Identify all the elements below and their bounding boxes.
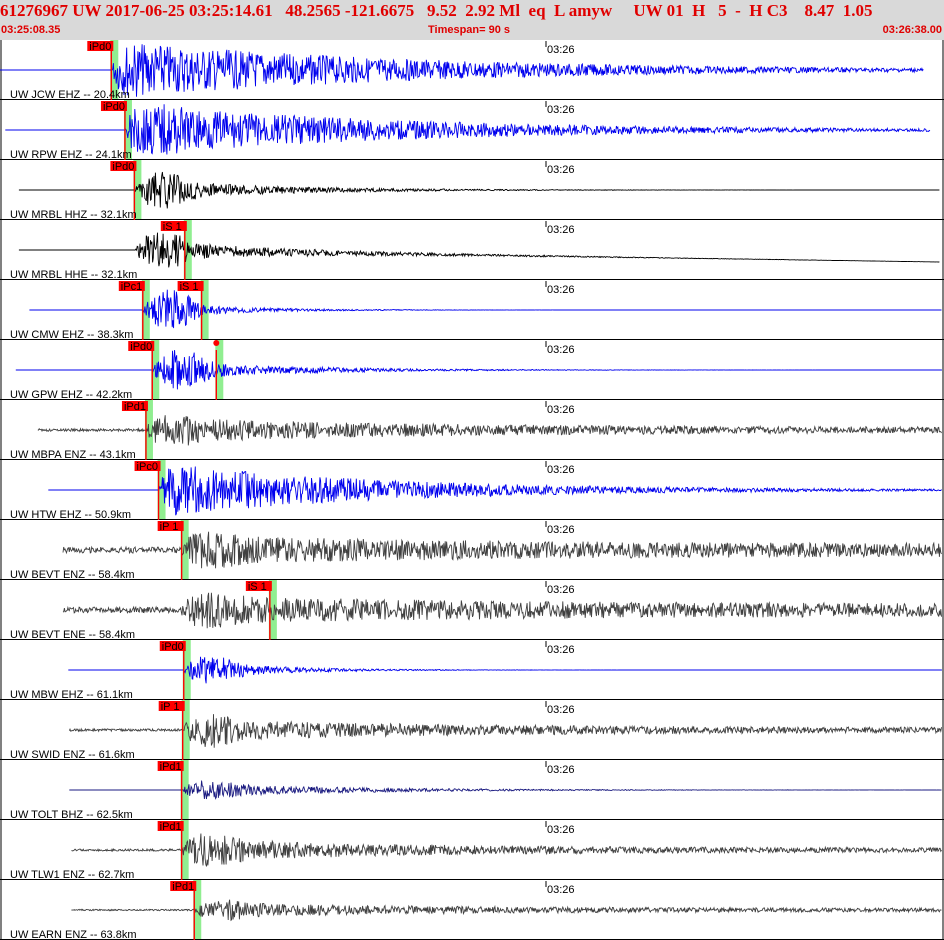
- pick-label: iPc1: [121, 281, 142, 293]
- pick-label: iS 1: [180, 281, 199, 293]
- waveform: [62, 592, 942, 629]
- pick-label: iPc0: [137, 461, 158, 473]
- waveform: [5, 104, 931, 155]
- pick-label: iS 1: [248, 581, 267, 593]
- pick-label: iPd1: [124, 401, 146, 413]
- waveform: [69, 780, 942, 800]
- minute-tick-label: 03:26: [547, 164, 575, 176]
- pick-label: iPd0: [130, 341, 152, 353]
- waveform: [18, 171, 940, 209]
- station-label: UW CMW EHZ -- 38.3km: [10, 329, 133, 341]
- pick-label: iPd0: [112, 161, 134, 173]
- station-label: UW SWID ENZ -- 61.6km: [10, 749, 135, 761]
- minute-tick-label: 03:26: [547, 104, 575, 116]
- pick-label: iPd0: [162, 641, 184, 653]
- station-label: UW HTW EHZ -- 50.9km: [10, 509, 131, 521]
- waveform: [37, 415, 942, 446]
- pick-label: iS 1: [163, 221, 182, 233]
- waveform: [68, 656, 942, 684]
- pick-label: iPd0: [103, 101, 125, 113]
- minute-tick-label: 03:26: [547, 464, 575, 476]
- station-label: UW TOLT BHZ -- 62.5km: [10, 809, 133, 821]
- waveform: [68, 714, 942, 748]
- pick-label: iPd1: [160, 821, 182, 833]
- station-label: UW MRBL HHZ -- 32.1km: [10, 209, 137, 221]
- minute-tick-label: 03:26: [547, 284, 575, 296]
- seismogram-plot: 03:26iPd0UW JCW EHZ -- 20.4km03:26iPd0UW…: [0, 40, 944, 940]
- pick-label: iP 1: [161, 701, 180, 713]
- pick-label: iPd1: [160, 761, 182, 773]
- pick-label: iP 1: [160, 521, 179, 533]
- minute-tick-label: 03:26: [547, 764, 575, 776]
- station-label: UW EARN ENZ -- 63.8km: [10, 929, 137, 940]
- station-label: UW MRBL HHE -- 32.1km: [10, 269, 137, 281]
- station-label: UW RPW EHZ -- 24.1km: [10, 149, 132, 161]
- waveform: [71, 833, 942, 867]
- waveform: [62, 531, 942, 569]
- end-time: 03:26:38.00: [882, 24, 942, 36]
- pick-label: iPd0: [89, 41, 111, 53]
- minute-tick-label: 03:26: [547, 524, 575, 536]
- header-bar: 61276967 UW 2017-06-25 03:25:14.61 48.25…: [0, 0, 944, 40]
- minute-tick-label: 03:26: [547, 344, 575, 356]
- event-title: 61276967 UW 2017-06-25 03:25:14.61 48.25…: [0, 1, 873, 20]
- minute-tick-label: 03:26: [547, 884, 575, 896]
- pick-marker: [213, 340, 220, 346]
- waveform: [29, 289, 942, 329]
- station-label: UW BEVT ENE -- 58.4km: [10, 629, 135, 641]
- pick-label: iPd1: [172, 881, 194, 893]
- station-label: UW BEVT ENZ -- 58.4km: [10, 569, 134, 581]
- station-label: UW JCW EHZ -- 20.4km: [10, 89, 130, 101]
- station-label: UW MBPA ENZ -- 43.1km: [10, 449, 136, 461]
- waveform: [48, 466, 942, 516]
- timespan-label: Timespan= 90 s: [428, 24, 511, 36]
- waveform: [18, 232, 940, 268]
- start-time: 03:25:08.35: [1, 24, 61, 36]
- station-label: UW MBW EHZ -- 61.1km: [10, 689, 133, 701]
- waveform: [71, 899, 942, 922]
- station-label: UW TLW1 ENZ -- 62.7km: [10, 869, 134, 881]
- station-label: UW GPW EHZ -- 42.2km: [10, 389, 132, 401]
- minute-tick-label: 03:26: [547, 704, 575, 716]
- minute-tick-label: 03:26: [547, 404, 575, 416]
- minute-tick-label: 03:26: [547, 44, 575, 56]
- waveform: [0, 44, 924, 97]
- minute-tick-label: 03:26: [547, 644, 575, 656]
- minute-tick-label: 03:26: [547, 584, 575, 596]
- minute-tick-label: 03:26: [547, 824, 575, 836]
- minute-tick-label: 03:26: [547, 224, 575, 236]
